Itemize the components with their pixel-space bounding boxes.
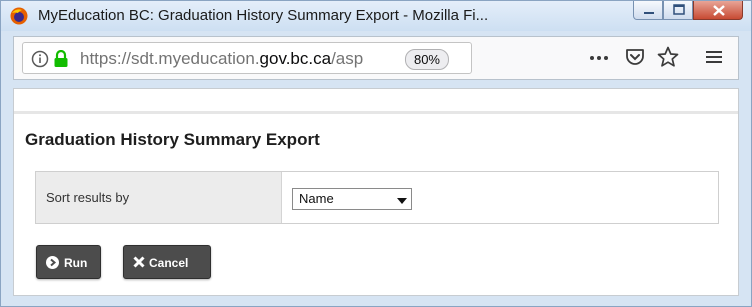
maximize-icon [673, 4, 685, 15]
url-domain: gov.bc.ca [259, 49, 332, 68]
options-table: Sort results by Name [35, 171, 719, 224]
sort-label: Sort results by [46, 190, 130, 205]
sort-label-cell: Sort results by [36, 172, 282, 223]
maximize-button[interactable] [663, 1, 693, 20]
sort-select[interactable]: Name [292, 188, 412, 210]
header-divider [14, 111, 738, 114]
address-bar[interactable]: https://sdt.myeducation.gov.bc.ca/asp 80… [22, 42, 472, 74]
url-suffix: /asp [331, 49, 364, 68]
page-actions-icon[interactable] [588, 50, 610, 66]
sort-select-value: Name [299, 191, 334, 206]
run-icon [46, 256, 59, 269]
title-bar[interactable]: MyEducation BC: Graduation History Summa… [1, 1, 751, 31]
run-label: Run [64, 256, 88, 270]
page-title: Graduation History Summary Export [25, 130, 320, 149]
chevron-down-icon [397, 198, 407, 204]
window-controls [633, 1, 743, 21]
bookmark-star-icon[interactable] [656, 45, 680, 69]
navigation-toolbar: https://sdt.myeducation.gov.bc.ca/asp 80… [13, 36, 739, 80]
cancel-x-icon [133, 256, 145, 268]
close-button[interactable] [693, 1, 743, 20]
minimize-button[interactable] [633, 1, 663, 20]
firefox-icon [10, 7, 28, 25]
hamburger-menu-icon[interactable] [704, 47, 724, 67]
info-icon[interactable] [31, 50, 49, 68]
zoom-indicator[interactable]: 80% [404, 49, 449, 70]
url-prefix: https://sdt.myeducation. [80, 49, 260, 68]
minimize-icon [644, 12, 654, 14]
run-button[interactable]: Run [36, 245, 101, 279]
url-text: https://sdt.myeducation.gov.bc.ca/asp [80, 49, 380, 69]
cancel-button[interactable]: Cancel [123, 245, 211, 279]
close-icon [713, 5, 725, 16]
lock-icon [54, 50, 68, 67]
window-title: MyEducation BC: Graduation History Summa… [38, 7, 489, 24]
pocket-icon[interactable] [624, 46, 646, 68]
cancel-label: Cancel [149, 256, 189, 270]
browser-window: MyEducation BC: Graduation History Summa… [0, 0, 752, 307]
